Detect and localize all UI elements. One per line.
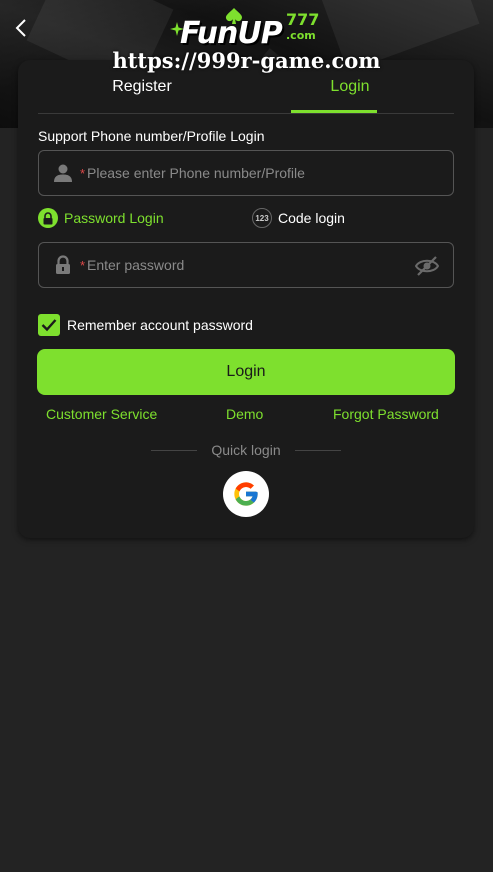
code-123-icon: 123 — [252, 208, 272, 228]
back-arrow-icon[interactable] — [8, 14, 34, 42]
padlock-icon — [56, 255, 70, 274]
login-mode-switch: Password Login 123 Code login — [38, 206, 454, 230]
account-field-label: Support Phone number/Profile Login — [38, 128, 265, 144]
account-field[interactable]: * — [38, 150, 454, 196]
code-login-option[interactable]: 123 Code login — [252, 206, 345, 230]
password-input[interactable] — [87, 243, 407, 287]
logo-number: 777 — [286, 10, 320, 29]
password-login-option[interactable]: Password Login — [38, 206, 164, 230]
forgot-password-link[interactable]: Forgot Password — [333, 406, 439, 422]
logo-text: FunUP — [180, 16, 283, 51]
customer-service-link[interactable]: Customer Service — [46, 406, 157, 422]
remember-password-checkbox[interactable]: Remember account password — [38, 314, 253, 336]
code-login-label: Code login — [278, 210, 345, 226]
quick-login-divider: Quick login — [151, 440, 341, 460]
eye-hidden-icon[interactable] — [415, 255, 439, 277]
required-mark: * — [80, 258, 86, 273]
quick-login-label: Quick login — [211, 442, 281, 458]
site-url-watermark: https://999r-game.com — [112, 48, 381, 73]
checkmark-icon[interactable] — [38, 314, 60, 336]
divider-line — [151, 449, 197, 451]
required-mark: * — [80, 166, 86, 181]
remember-password-label: Remember account password — [67, 317, 253, 333]
active-tab-indicator — [291, 110, 377, 113]
brand-logo: FunUP 777 .com — [168, 8, 328, 51]
password-field[interactable]: * — [38, 242, 454, 288]
login-card: Register Login Support Phone number/Prof… — [18, 60, 474, 538]
account-input[interactable] — [87, 151, 407, 195]
divider-line — [294, 449, 341, 451]
google-icon — [234, 482, 258, 506]
login-button[interactable]: Login — [37, 349, 455, 395]
lock-icon — [38, 208, 58, 228]
user-icon — [54, 164, 72, 182]
demo-link[interactable]: Demo — [226, 406, 263, 422]
helper-links: Customer Service Demo Forgot Password — [18, 406, 474, 426]
logo-suffix: .com — [286, 29, 316, 42]
password-login-label: Password Login — [64, 210, 164, 226]
google-login-button[interactable] — [223, 471, 269, 517]
